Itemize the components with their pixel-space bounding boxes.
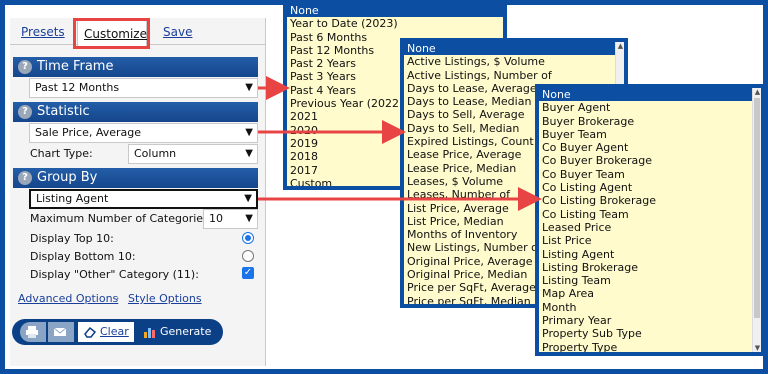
list-item[interactable]: None — [404, 42, 624, 56]
display-bottom-label: Display Bottom 10: — [30, 250, 136, 263]
tab-save[interactable]: Save — [156, 18, 199, 45]
scrollbar-thumb[interactable] — [754, 98, 760, 318]
list-item[interactable]: Month — [539, 301, 761, 314]
list-item[interactable]: Primary Year — [539, 314, 761, 327]
scroll-up-icon[interactable]: ▲ — [616, 42, 624, 50]
generate-label: Generate — [160, 325, 212, 338]
tab-customize[interactable]: Customize — [77, 20, 147, 47]
action-toolbar: Clear Generate — [12, 319, 223, 345]
statistic-select[interactable]: Sale Price, Average ▼ — [29, 123, 258, 143]
chart-type-value: Column — [134, 147, 177, 160]
envelope-icon — [53, 327, 67, 336]
list-item[interactable]: Active Listings, Number of — [404, 69, 624, 82]
chevron-down-icon: ▼ — [245, 82, 253, 93]
email-button[interactable] — [48, 322, 74, 342]
list-item[interactable]: Leased Price — [539, 221, 761, 234]
bar-chart-icon — [144, 328, 155, 338]
statistic-value: Sale Price, Average — [35, 126, 142, 139]
advanced-options-link[interactable]: Advanced Options — [18, 292, 118, 305]
chevron-down-icon: ▼ — [245, 127, 253, 138]
statistic-header: ? Statistic — [13, 102, 258, 122]
list-item[interactable]: Listing Brokerage — [539, 261, 761, 274]
chevron-down-icon: ▼ — [244, 193, 252, 204]
group-by-select[interactable]: Listing Agent ▼ — [29, 189, 258, 209]
display-bottom-radio[interactable] — [242, 250, 254, 262]
list-item[interactable]: Year to Date (2023) — [287, 17, 503, 30]
list-item[interactable]: Listing Team — [539, 274, 761, 287]
list-item[interactable]: Co Listing Team — [539, 208, 761, 221]
clear-button[interactable]: Clear — [78, 322, 134, 342]
display-top-radio[interactable] — [242, 232, 254, 244]
help-icon[interactable]: ? — [18, 171, 32, 185]
list-item[interactable]: Buyer Agent — [539, 101, 761, 114]
display-other-checkbox[interactable]: ✓ — [242, 267, 254, 279]
scrollbar[interactable]: ▲ ▼ — [752, 88, 761, 352]
list-item[interactable]: Map Area — [539, 287, 761, 300]
list-item[interactable]: Listing Agent — [539, 248, 761, 261]
group-by-header: ? Group By — [13, 168, 258, 188]
time-frame-title: Time Frame — [37, 59, 114, 74]
max-categories-select[interactable]: 10 ▼ — [203, 209, 258, 229]
printer-icon — [26, 326, 38, 338]
list-item[interactable]: Buyer Brokerage — [539, 115, 761, 128]
list-item[interactable]: Co Listing Brokerage — [539, 194, 761, 207]
list-item[interactable]: None — [539, 88, 761, 102]
tab-presets[interactable]: Presets — [14, 18, 72, 45]
time-frame-value: Past 12 Months — [35, 81, 120, 94]
list-item[interactable]: Buyer Team — [539, 128, 761, 141]
list-item[interactable]: Property Sub Type — [539, 327, 761, 340]
list-item[interactable]: Active Listings, $ Volume — [404, 55, 624, 68]
eraser-icon — [84, 326, 97, 338]
chevron-down-icon: ▼ — [245, 148, 253, 159]
style-options-link[interactable]: Style Options — [128, 292, 202, 305]
list-item[interactable]: List Price — [539, 234, 761, 247]
list-item[interactable]: Co Listing Agent — [539, 181, 761, 194]
group-by-dropdown-list[interactable]: None Buyer Agent Buyer Brokerage Buyer T… — [535, 84, 765, 356]
chevron-down-icon: ▼ — [245, 213, 253, 224]
time-frame-select[interactable]: Past 12 Months ▼ — [29, 78, 258, 98]
list-item[interactable]: Co Buyer Team — [539, 168, 761, 181]
clear-label: Clear — [100, 325, 129, 338]
chart-type-select[interactable]: Column ▼ — [128, 144, 258, 164]
scroll-up-icon[interactable]: ▲ — [753, 88, 761, 96]
max-categories-value: 10 — [209, 212, 223, 225]
group-by-value: Listing Agent — [36, 192, 109, 205]
list-item[interactable]: Co Buyer Brokerage — [539, 154, 761, 167]
time-frame-header: ? Time Frame — [13, 57, 258, 77]
display-other-label: Display "Other" Category (11): — [30, 268, 199, 281]
chart-type-label: Chart Type: — [30, 147, 93, 160]
link-separator: · — [116, 292, 120, 305]
list-item[interactable]: Property Type — [539, 341, 761, 352]
list-item[interactable]: None — [287, 4, 503, 18]
max-categories-label: Maximum Number of Categories: — [30, 212, 213, 225]
statistic-title: Statistic — [37, 104, 90, 119]
help-icon[interactable]: ? — [18, 60, 32, 74]
list-item[interactable]: Co Buyer Agent — [539, 141, 761, 154]
scroll-down-icon[interactable]: ▼ — [753, 344, 761, 352]
print-button[interactable] — [20, 322, 46, 342]
group-by-title: Group By — [37, 170, 98, 185]
display-top-label: Display Top 10: — [30, 232, 114, 245]
generate-button[interactable]: Generate — [138, 322, 212, 342]
help-icon[interactable]: ? — [18, 105, 32, 119]
